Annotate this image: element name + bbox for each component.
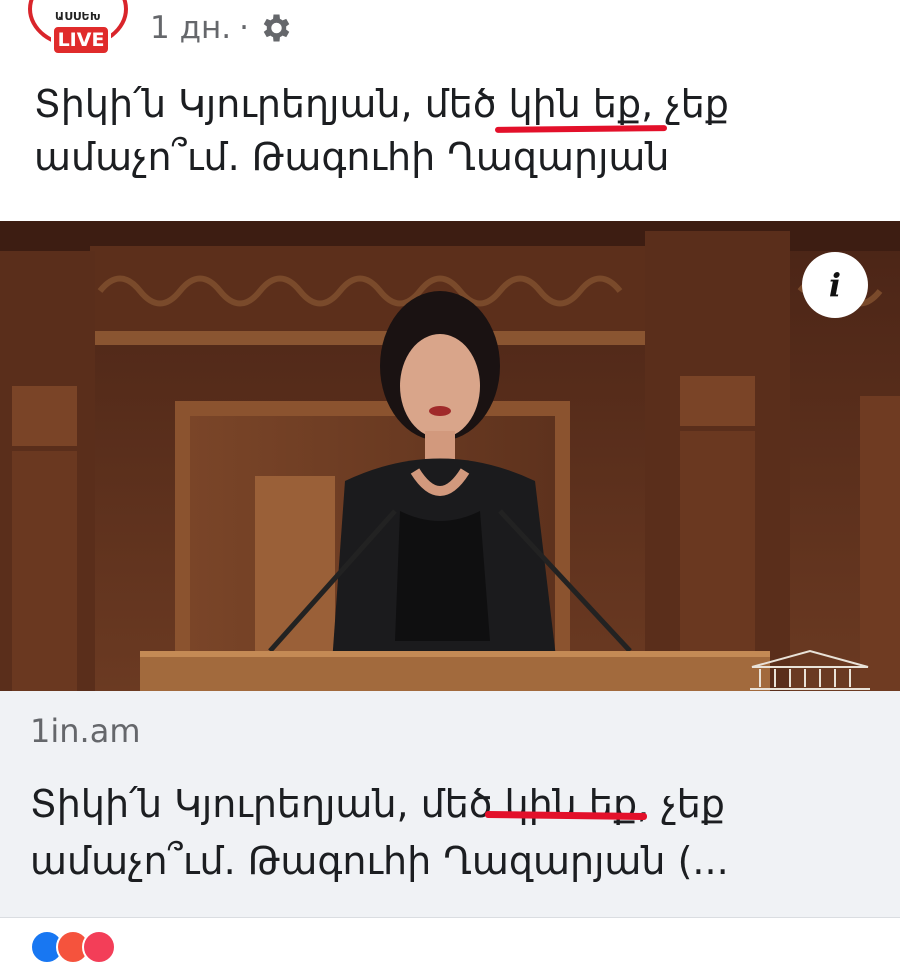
post-timestamp[interactable]: 1 дн. [150,10,231,46]
avatar-logo-text: ԱՍՍԵԽ [54,10,102,23]
link-domain: 1in.am [30,712,141,750]
love-reaction-icon [82,930,116,964]
link-title[interactable]: Տիկի՛ն Կյուրեղյան, մեծ կին եք, չեք ամաչո… [30,776,890,890]
divider [0,917,900,918]
gear-icon[interactable] [257,10,293,46]
post-meta: 1 дн. · [150,8,293,48]
post-text: Տիկի՛ն Կյուրեղյան, մեծ կին եք, չեք ամաչո… [34,82,729,179]
parliament-speaker-photo [0,221,900,691]
info-icon[interactable]: i [802,252,868,318]
meta-separator: · [239,10,249,46]
post-image[interactable]: i [0,221,900,691]
reaction-icons[interactable] [30,930,116,964]
live-badge: LIVE [51,24,111,56]
post-header: ԱՍՍԵԽ LIVE 1 дн. · [0,0,900,70]
